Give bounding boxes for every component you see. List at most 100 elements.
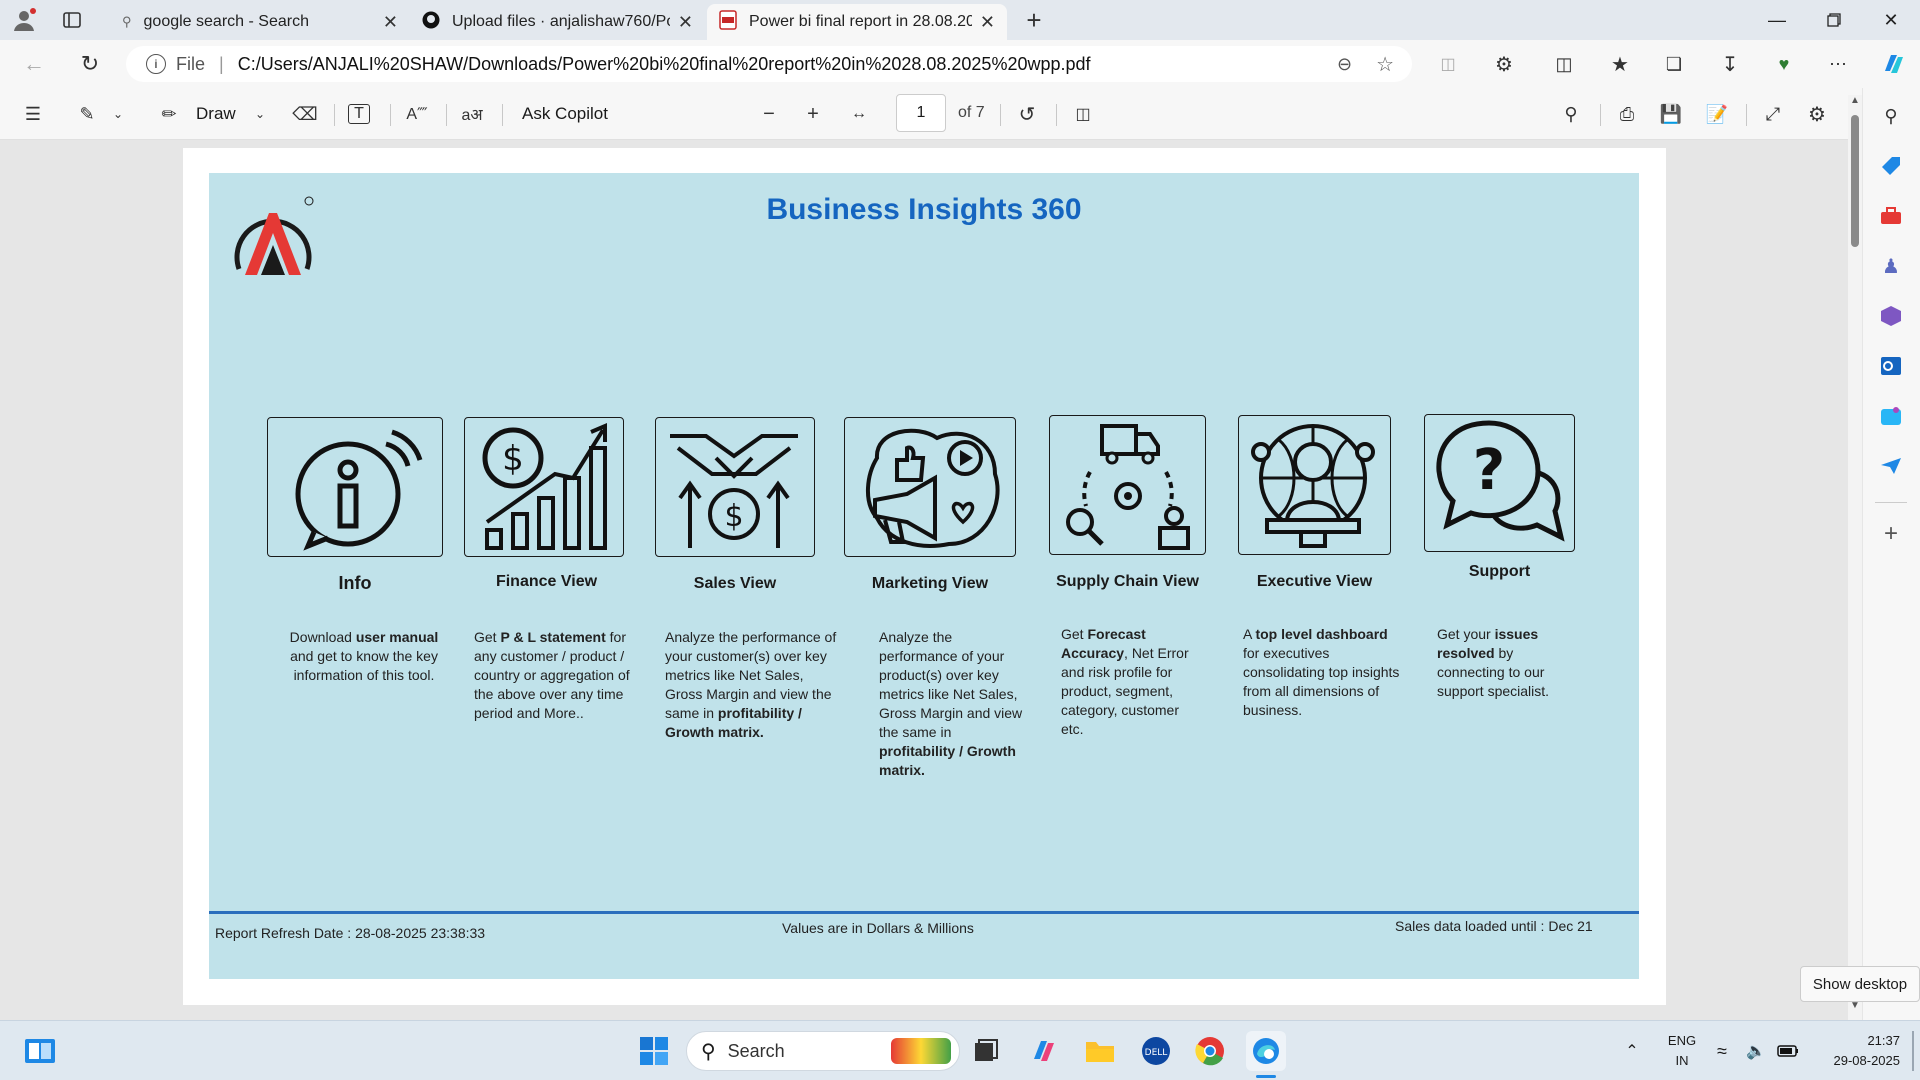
show-desktop-button[interactable] xyxy=(1912,1031,1914,1071)
contents-icon[interactable]: ☰ xyxy=(20,101,46,127)
executive-icon xyxy=(1251,424,1375,548)
scroll-up-icon[interactable]: ▲ xyxy=(1850,95,1860,106)
marketing-view-card[interactable] xyxy=(844,417,1016,557)
sidebar-games-icon[interactable]: ♟ xyxy=(1877,252,1905,280)
pdf-settings-icon[interactable]: ⚙ xyxy=(1804,101,1830,127)
favorite-star-icon[interactable]: ☆ xyxy=(1376,52,1394,77)
search-highlight-icon xyxy=(891,1038,951,1064)
executive-view-card[interactable] xyxy=(1238,415,1391,555)
zoom-in-icon[interactable]: + xyxy=(800,101,826,127)
text-box-icon[interactable]: T xyxy=(348,104,370,124)
info-icon xyxy=(295,429,423,551)
refresh-date: Report Refresh Date : 28-08-2025 23:38:3… xyxy=(215,925,486,941)
card-desc-supply-chain: Get Forecast Accuracy, Net Error and ris… xyxy=(1061,626,1189,737)
card-desc-finance: Get P & L statement for any customer / p… xyxy=(474,629,630,721)
sidebar-outlook-icon[interactable] xyxy=(1877,352,1905,380)
highlight-icon[interactable]: ✎ xyxy=(74,101,100,127)
save-icon[interactable]: 💾 xyxy=(1658,101,1684,127)
refresh-icon[interactable]: ↻ xyxy=(76,50,104,78)
minimize-button[interactable]: — xyxy=(1748,0,1806,40)
support-card[interactable]: ? xyxy=(1424,414,1575,552)
chevron-down-icon[interactable]: ⌄ xyxy=(252,101,268,127)
read-aloud-icon[interactable]: A⁗ xyxy=(404,101,430,127)
fit-width-icon[interactable]: ↔ xyxy=(846,101,872,127)
sidebar-send-icon[interactable] xyxy=(1877,452,1905,480)
profile-icon[interactable] xyxy=(10,6,38,34)
taskbar-search[interactable]: ⚲ Search xyxy=(686,1031,960,1071)
language-indicator[interactable]: ENG IN xyxy=(1662,1031,1702,1071)
chrome-icon[interactable] xyxy=(1190,1031,1230,1071)
show-desktop-tooltip: Show desktop xyxy=(1800,966,1920,1002)
draw-button[interactable]: Draw xyxy=(196,104,236,124)
info-card[interactable] xyxy=(267,417,443,557)
page-number-input[interactable]: 1 xyxy=(896,94,946,132)
card-title-finance: Finance View xyxy=(495,573,598,590)
battery-icon[interactable] xyxy=(1774,1031,1802,1071)
tab-github-upload[interactable]: Upload files · anjalishaw760/Pow ✕ xyxy=(410,4,705,40)
back-icon[interactable]: ← xyxy=(20,50,48,78)
finance-view-card[interactable]: $ xyxy=(464,417,624,557)
card-desc-marketing: Analyze the performance of your product(… xyxy=(879,629,1023,778)
tab-actions-icon[interactable] xyxy=(60,8,84,32)
copilot-icon[interactable] xyxy=(1880,50,1908,78)
file-explorer-icon[interactable] xyxy=(1080,1031,1120,1071)
sidebar-designer-icon[interactable] xyxy=(1877,402,1905,430)
pdf-viewer: Business Insights 360 Info Download user… xyxy=(0,140,1848,1020)
tab-google-search[interactable]: ⚲ google search - Search ✕ xyxy=(110,4,410,40)
extensions-icon[interactable]: ⚙ xyxy=(1492,52,1516,76)
copilot-app-icon[interactable] xyxy=(1024,1031,1064,1071)
close-icon[interactable]: ✕ xyxy=(980,12,995,33)
sales-view-card[interactable]: $ xyxy=(655,417,815,557)
performance-icon[interactable]: ♥ xyxy=(1772,52,1796,76)
close-icon[interactable]: ✕ xyxy=(383,12,398,33)
chevron-down-icon[interactable]: ⌄ xyxy=(110,101,126,127)
tab-pdf-report[interactable]: Power bi final report in 28.08.202 ✕ xyxy=(707,4,1007,40)
edge-icon[interactable] xyxy=(1246,1031,1286,1071)
ask-copilot-button[interactable]: Ask Copilot xyxy=(522,104,608,124)
page-view-icon[interactable]: ◫ xyxy=(1070,101,1096,127)
wifi-icon[interactable]: ≈ xyxy=(1708,1031,1736,1071)
pdf-toolbar: ☰ ✎ ⌄ ✏ Draw ⌄ ⌫ T A⁗ aअ Ask Copilot − +… xyxy=(0,88,1920,140)
sidebar-tools-icon[interactable] xyxy=(1877,202,1905,230)
card-title-sales: Sales View xyxy=(693,575,777,592)
dell-icon[interactable]: DELL xyxy=(1136,1031,1176,1071)
volume-icon[interactable]: 🔈 xyxy=(1742,1031,1770,1071)
active-app-indicator xyxy=(1256,1075,1276,1078)
zoom-out-icon[interactable]: ⊖ xyxy=(1337,54,1352,75)
collections-icon[interactable]: ❏ xyxy=(1662,52,1686,76)
github-icon xyxy=(422,11,440,34)
settings-more-icon[interactable]: ⋯ xyxy=(1826,52,1850,76)
rotate-icon[interactable]: ↺ xyxy=(1014,101,1040,127)
sidebar-search-icon[interactable]: ⚲ xyxy=(1877,102,1905,130)
sidebar-add-icon[interactable]: + xyxy=(1877,520,1905,548)
supply-chain-view-card[interactable] xyxy=(1049,415,1206,555)
url-field[interactable]: i File | C:/Users/ANJALI%20SHAW/Download… xyxy=(126,46,1412,82)
start-icon[interactable] xyxy=(634,1031,674,1071)
find-icon[interactable]: ⚲ xyxy=(1558,101,1584,127)
close-window-button[interactable]: ✕ xyxy=(1862,0,1920,40)
show-hidden-icons[interactable]: ⌃ xyxy=(1612,1031,1652,1071)
translate-icon[interactable]: aअ xyxy=(458,101,486,127)
sidebar-office-icon[interactable] xyxy=(1877,302,1905,330)
print-icon[interactable]: ⎙ xyxy=(1614,101,1640,127)
vertical-scrollbar[interactable]: ▲ ▼ xyxy=(1848,95,1862,1020)
favorites-icon[interactable]: ★ xyxy=(1608,52,1632,76)
widgets-icon[interactable] xyxy=(20,1031,60,1071)
file-label: File xyxy=(176,53,206,74)
clock[interactable]: 21:37 29-08-2025 xyxy=(1810,1031,1901,1071)
new-tab-icon[interactable]: + xyxy=(1020,5,1048,35)
sidebar-shopping-icon[interactable] xyxy=(1877,152,1905,180)
svg-text:$: $ xyxy=(502,439,524,479)
split-view-icon[interactable]: ◫ xyxy=(1552,52,1576,76)
task-view-icon[interactable] xyxy=(966,1031,1006,1071)
scroll-thumb[interactable] xyxy=(1851,115,1859,247)
downloads-icon[interactable]: ↧ xyxy=(1718,52,1742,76)
eraser-icon[interactable]: ⌫ xyxy=(292,101,318,127)
close-icon[interactable]: ✕ xyxy=(678,12,693,33)
restore-button[interactable] xyxy=(1805,0,1863,40)
draw-icon[interactable]: ✏ xyxy=(156,101,182,127)
save-as-icon[interactable]: 📝 xyxy=(1704,101,1730,127)
zoom-out-icon[interactable]: − xyxy=(756,101,782,127)
fullscreen-icon[interactable]: ⤢ xyxy=(1760,101,1786,127)
split-screen-icon[interactable]: ◫ xyxy=(1436,52,1460,76)
